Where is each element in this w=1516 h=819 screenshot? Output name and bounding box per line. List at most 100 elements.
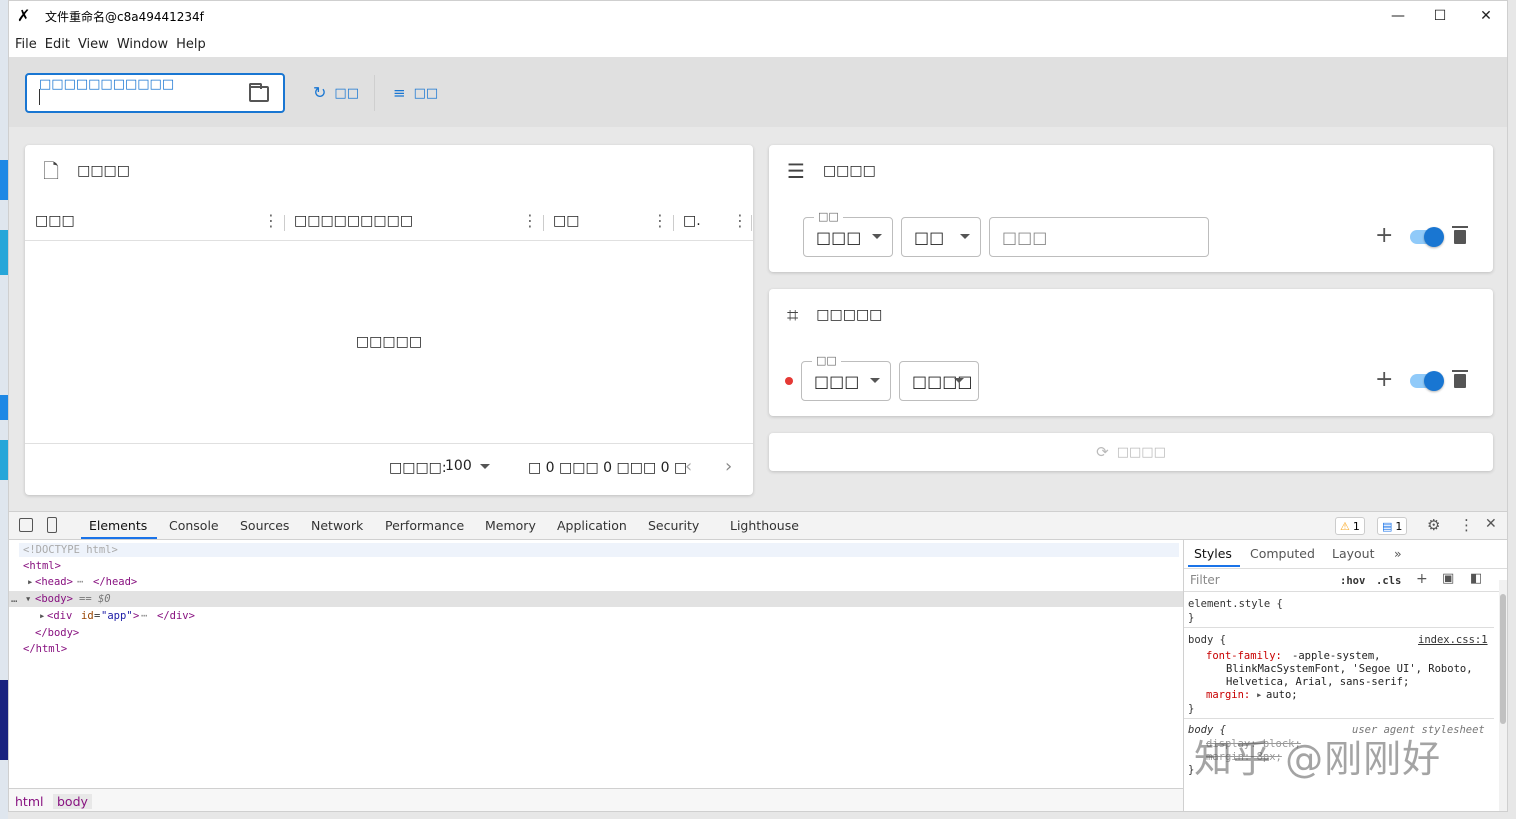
add-filter-icon[interactable]: + xyxy=(1375,223,1393,248)
filter-value-input[interactable]: □□□ xyxy=(989,217,1209,257)
tab-styles[interactable]: Styles xyxy=(1194,546,1232,561)
prop-font-family[interactable]: font-family: xyxy=(1206,650,1282,662)
chevron-down-icon xyxy=(872,234,882,239)
column-resizer[interactable] xyxy=(284,215,285,231)
device-toolbar-icon[interactable] xyxy=(47,517,57,533)
selected-row[interactable] xyxy=(9,591,1183,607)
paint-icon[interactable]: ▣ xyxy=(1442,571,1454,586)
filter-field-select[interactable]: □□ □□□ xyxy=(803,217,893,257)
menu-file[interactable]: File xyxy=(15,37,37,52)
path-input[interactable]: □□□□□□□□□□□ xyxy=(25,73,285,113)
prop-margin[interactable]: margin: xyxy=(1206,689,1250,701)
log-button[interactable]: ≡ □□ xyxy=(393,83,438,103)
expand-arrow-icon[interactable]: ▸ xyxy=(27,576,33,588)
tab-security[interactable]: Security xyxy=(648,518,699,533)
sidebar-toggle-icon[interactable]: ◧ xyxy=(1470,571,1482,586)
cls-toggle[interactable]: .cls xyxy=(1376,575,1401,587)
menu-edit[interactable]: Edit xyxy=(45,37,70,52)
messages-badge[interactable]: ▤ 1 xyxy=(1377,517,1407,535)
rule-source-link[interactable]: index.css:1 xyxy=(1418,634,1488,646)
filter-operator-select[interactable]: □□ xyxy=(901,217,981,257)
more-options-icon[interactable]: ⋮ xyxy=(1459,516,1474,534)
minimize-button[interactable]: — xyxy=(1375,1,1421,31)
breadcrumb-body[interactable]: body xyxy=(53,794,92,809)
delete-rule-icon[interactable] xyxy=(1454,374,1466,388)
expand-arrow-icon[interactable]: ▸ xyxy=(1256,689,1262,701)
rename-action-select[interactable]: □□□□ xyxy=(899,361,979,401)
rule-enable-toggle[interactable] xyxy=(1410,374,1440,388)
next-page-icon[interactable]: › xyxy=(725,456,732,477)
styles-tab-indicator xyxy=(1188,565,1240,567)
toolbar-divider xyxy=(374,75,375,111)
filter-enable-toggle[interactable] xyxy=(1410,230,1440,244)
chevron-down-icon xyxy=(954,378,964,383)
folder-icon[interactable] xyxy=(249,86,269,102)
column-menu-icon[interactable]: ⋮ xyxy=(732,211,748,230)
add-rule-icon[interactable]: + xyxy=(1375,367,1393,392)
column-resizer[interactable] xyxy=(673,215,674,231)
rename-field-label: □□ xyxy=(812,354,841,367)
tab-application[interactable]: Application xyxy=(557,518,627,533)
delete-filter-icon[interactable] xyxy=(1454,230,1466,244)
rule-body-selector: body { xyxy=(1188,634,1226,646)
tab-lighthouse[interactable]: Lighthouse xyxy=(730,518,799,533)
refresh-button[interactable]: ↻ □□ xyxy=(313,83,359,103)
tab-sources[interactable]: Sources xyxy=(240,518,289,533)
column-header[interactable]: □□ xyxy=(553,213,579,229)
hov-toggle[interactable]: :hov xyxy=(1340,575,1365,587)
styles-filter-input[interactable]: Filter xyxy=(1190,573,1220,587)
expand-arrow-icon[interactable]: ▸ xyxy=(39,610,45,622)
dom-doctype[interactable]: <!DOCTYPE html> xyxy=(23,544,118,556)
tab-elements[interactable]: Elements xyxy=(89,518,147,533)
column-menu-icon[interactable]: ⋮ xyxy=(522,211,538,230)
breadcrumb-html[interactable]: html xyxy=(15,794,43,809)
new-rule-icon[interactable]: + xyxy=(1416,571,1428,587)
warnings-count: 1 xyxy=(1353,520,1360,533)
val-margin[interactable]: auto; xyxy=(1266,689,1298,701)
collapse-arrow-icon[interactable]: ▾ xyxy=(25,593,31,605)
log-label: □□ xyxy=(414,86,439,101)
column-resizer[interactable] xyxy=(543,215,544,231)
dom-html-open[interactable]: <html> xyxy=(23,560,61,572)
menu-window[interactable]: Window xyxy=(117,37,168,52)
tab-performance[interactable]: Performance xyxy=(385,518,464,533)
tab-console[interactable]: Console xyxy=(169,518,219,533)
val-font-family-3[interactable]: Helvetica, Arial, sans-serif; xyxy=(1226,676,1409,688)
text-caret xyxy=(39,89,40,105)
warnings-badge[interactable]: ⚠ 1 xyxy=(1335,517,1365,535)
dom-html-close: </html> xyxy=(23,643,67,655)
maximize-button[interactable]: ☐ xyxy=(1417,1,1463,31)
tab-memory[interactable]: Memory xyxy=(485,518,536,533)
val-font-family-1[interactable]: -apple-system, xyxy=(1292,650,1381,662)
ellipsis-icon[interactable]: ⋯ xyxy=(77,576,83,588)
column-menu-icon[interactable]: ⋮ xyxy=(652,211,668,230)
rows-per-page-select[interactable]: 100 xyxy=(445,458,490,474)
column-header[interactable]: □. xyxy=(683,213,701,229)
more-tabs-icon[interactable]: » xyxy=(1394,546,1402,561)
rename-field-select[interactable]: □□ □□□ xyxy=(801,361,891,401)
dom-div-open[interactable]: <div xyxy=(47,610,72,622)
column-header[interactable]: □□□□□□□□□ xyxy=(294,213,413,229)
close-devtools-icon[interactable]: ✕ xyxy=(1485,516,1497,532)
tab-layout[interactable]: Layout xyxy=(1332,546,1375,561)
menu-view[interactable]: View xyxy=(78,37,109,52)
ellipsis-icon[interactable]: ⋯ xyxy=(141,610,147,622)
menu-help[interactable]: Help xyxy=(176,37,206,52)
rename-rules-panel: ⌗ □□□□□ □□ □□□ □□□□ + xyxy=(769,289,1493,416)
tab-network[interactable]: Network xyxy=(311,518,363,533)
column-header[interactable]: □□□ xyxy=(35,213,75,229)
styles-scrollbar[interactable] xyxy=(1499,580,1507,812)
apply-rename-button[interactable]: ⟳ □□□□ xyxy=(769,433,1493,471)
dom-head[interactable]: <head> xyxy=(35,576,73,588)
dom-body[interactable]: <body> xyxy=(35,593,73,605)
gear-icon[interactable]: ⚙ xyxy=(1427,516,1440,534)
inspect-element-icon[interactable] xyxy=(19,518,33,532)
dom-div-attr-value: "app" xyxy=(101,610,133,622)
filter-value-placeholder: □□□ xyxy=(1002,228,1047,247)
close-button[interactable]: ✕ xyxy=(1463,1,1508,31)
column-resizer[interactable] xyxy=(751,215,752,231)
tab-computed[interactable]: Computed xyxy=(1250,546,1315,561)
prev-page-icon[interactable]: ‹ xyxy=(685,456,692,477)
val-font-family-2[interactable]: BlinkMacSystemFont, 'Segoe UI', Roboto, xyxy=(1226,663,1473,675)
column-menu-icon[interactable]: ⋮ xyxy=(263,211,279,230)
